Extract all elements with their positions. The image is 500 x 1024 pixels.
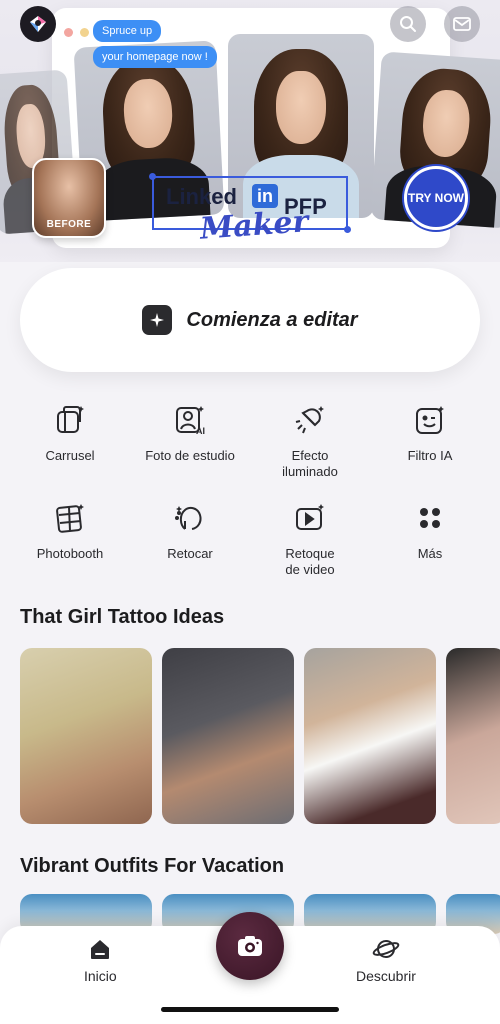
- camera-icon: [238, 936, 262, 956]
- ai-filter-icon: [410, 400, 450, 440]
- app-logo-icon[interactable]: [20, 6, 56, 42]
- tattoo-image[interactable]: [20, 648, 152, 824]
- tool-label: Retocar: [167, 546, 213, 561]
- chat-bubble: Spruce up: [93, 20, 162, 42]
- video-retouch-icon: [290, 498, 330, 538]
- tool-label: Photobooth: [36, 546, 104, 561]
- tool-carousel[interactable]: Carrusel: [10, 400, 130, 480]
- before-label: BEFORE: [46, 219, 92, 230]
- tool-label: Filtro IA: [407, 448, 453, 463]
- tool-label: Efecto iluminado: [282, 448, 338, 479]
- tool-more[interactable]: Más: [370, 498, 490, 578]
- tool-photobooth[interactable]: Photobooth: [10, 498, 130, 578]
- promo-banner[interactable]: Spruce up your homepage now ! BEFORE Lin…: [0, 0, 500, 262]
- nav-home-label: Inicio: [84, 968, 117, 984]
- tattoo-image[interactable]: [446, 648, 500, 824]
- start-editing-button[interactable]: Comienza a editar: [20, 268, 480, 372]
- discover-planet-icon: [372, 940, 400, 958]
- carousel-icon: [50, 400, 90, 440]
- nav-home[interactable]: Inicio: [84, 936, 117, 984]
- tool-video-retouch[interactable]: Retoque de video: [250, 498, 370, 578]
- before-photo: BEFORE: [32, 158, 106, 238]
- nav-discover[interactable]: Descubrir: [356, 936, 416, 984]
- start-editing-label: Comienza a editar: [186, 308, 358, 331]
- window-dot: [80, 28, 89, 37]
- tools-grid: Carrusel AI Foto de estudio Efecto ilumi…: [10, 400, 490, 578]
- tool-label: Foto de estudio: [145, 448, 235, 463]
- try-now-button[interactable]: TRY NOW: [404, 166, 468, 230]
- lighting-effect-icon: [290, 400, 330, 440]
- camera-button[interactable]: [216, 912, 284, 980]
- chat-bubble: your homepage now !: [93, 46, 217, 68]
- window-dot: [64, 28, 73, 37]
- linkedin-in-badge: in: [252, 184, 278, 208]
- section-title-outfits: Vibrant Outfits For Vacation: [20, 855, 285, 877]
- tool-retouch[interactable]: Retocar: [130, 498, 250, 578]
- search-icon[interactable]: [390, 6, 426, 42]
- linkedin-text: Linked: [166, 184, 237, 209]
- more-icon: [410, 498, 450, 538]
- tool-label: Más: [417, 546, 443, 561]
- tool-lighting-effect[interactable]: Efecto iluminado: [250, 400, 370, 480]
- svg-text:AI: AI: [196, 426, 205, 436]
- home-indicator: [161, 1007, 339, 1012]
- mail-icon[interactable]: [444, 6, 480, 42]
- tool-ai-filter[interactable]: Filtro IA: [370, 400, 490, 480]
- retouch-icon: [170, 498, 210, 538]
- section-title-tattoo: That Girl Tattoo Ideas: [20, 606, 225, 628]
- tattoo-image[interactable]: [304, 648, 436, 824]
- photobooth-icon: [50, 498, 90, 538]
- tattoo-image[interactable]: [162, 648, 294, 824]
- tool-studio-photo[interactable]: AI Foto de estudio: [130, 400, 250, 480]
- tool-label: Retoque de video: [285, 546, 335, 577]
- home-icon: [91, 940, 110, 959]
- studio-photo-icon: AI: [170, 400, 210, 440]
- tool-label: Carrusel: [45, 448, 95, 463]
- nav-discover-label: Descubrir: [356, 968, 416, 984]
- sparkle-icon: [142, 305, 173, 335]
- tattoo-carousel: [20, 648, 500, 824]
